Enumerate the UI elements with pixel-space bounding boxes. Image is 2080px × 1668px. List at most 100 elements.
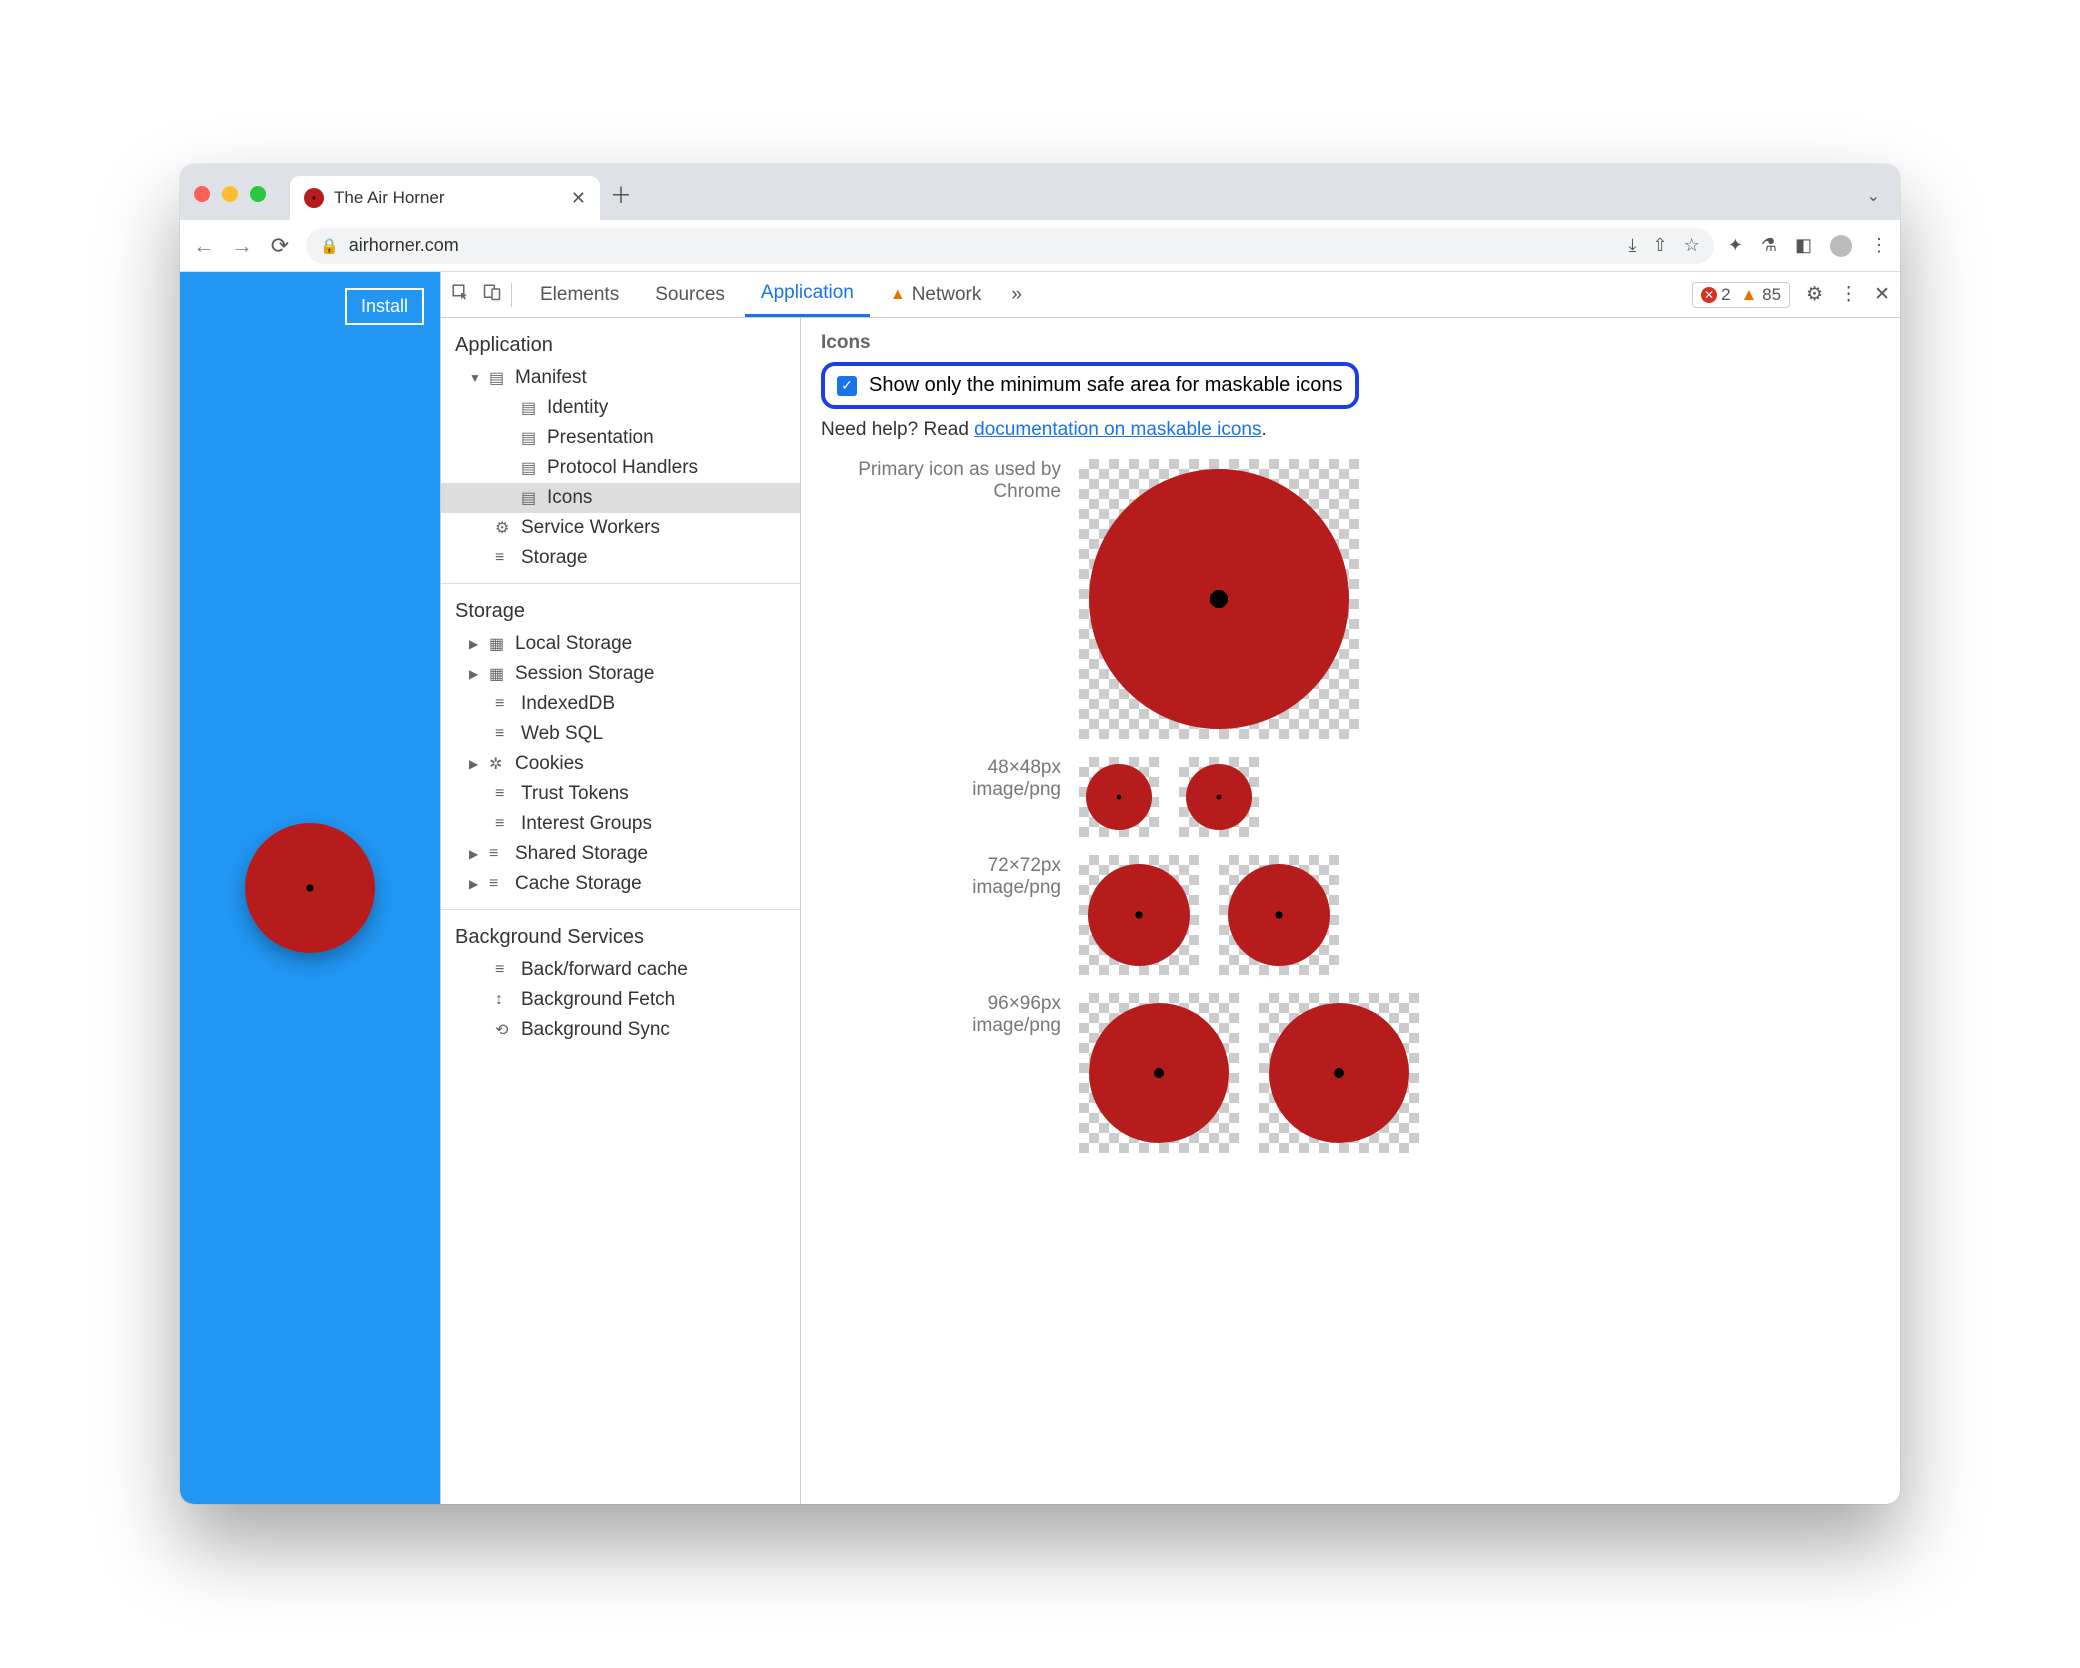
sidebar-item-bg-fetch[interactable]: ↕Background Fetch bbox=[441, 985, 800, 1015]
tab-sources[interactable]: Sources bbox=[639, 272, 741, 317]
maskable-checkbox-row[interactable]: ✓ Show only the minimum safe area for ma… bbox=[821, 362, 1359, 409]
url-text: airhorner.com bbox=[349, 235, 459, 256]
tab-network[interactable]: ▲Network bbox=[874, 272, 998, 317]
window-controls bbox=[194, 186, 266, 202]
tabs-dropdown-icon[interactable]: ⌄ bbox=[1867, 186, 1880, 206]
sidebar-item-protocol-handlers[interactable]: ▤Protocol Handlers bbox=[441, 453, 800, 483]
grid-icon: ▦ bbox=[489, 634, 507, 654]
sidebar-item-bg-sync[interactable]: ⟲Background Sync bbox=[441, 1015, 800, 1045]
sidebar-item-identity[interactable]: ▤Identity bbox=[441, 393, 800, 423]
file-icon: ▤ bbox=[521, 398, 539, 418]
database-icon: ≡ bbox=[495, 815, 513, 833]
sidebar-head-application: Application bbox=[441, 328, 800, 363]
sidebar-item-indexeddb[interactable]: ≡IndexedDB bbox=[441, 689, 800, 719]
sidebar-item-service-workers[interactable]: ⚙Service Workers bbox=[441, 513, 800, 543]
close-tab-icon[interactable]: ✕ bbox=[571, 188, 586, 209]
database-icon: ≡ bbox=[495, 725, 513, 743]
icon-row-label: 96×96px image/png bbox=[821, 993, 1061, 1037]
section-title: Icons bbox=[821, 332, 1880, 354]
airhorn-button[interactable] bbox=[245, 823, 375, 953]
database-icon: ≡ bbox=[489, 845, 507, 863]
sidebar-item-interest-groups[interactable]: ≡Interest Groups bbox=[441, 809, 800, 839]
sidebar-item-trust-tokens[interactable]: ≡Trust Tokens bbox=[441, 779, 800, 809]
install-app-icon[interactable]: ⤓ bbox=[1629, 235, 1637, 256]
file-icon: ▤ bbox=[489, 368, 507, 388]
tab-application[interactable]: Application bbox=[745, 272, 870, 317]
devtools-tabbar: Elements Sources Application ▲Network » … bbox=[441, 272, 1900, 318]
reload-button[interactable]: ⟳ bbox=[268, 233, 292, 259]
sidebar-item-presentation[interactable]: ▤Presentation bbox=[441, 423, 800, 453]
minimize-window-icon[interactable] bbox=[222, 186, 238, 202]
url-bar[interactable]: 🔒 airhorner.com ⤓ ⇧ ☆ bbox=[306, 228, 1714, 264]
close-devtools-icon[interactable]: ✕ bbox=[1874, 283, 1890, 306]
devtools-menu-icon[interactable]: ⋮ bbox=[1839, 283, 1858, 306]
help-text: Need help? Read documentation on maskabl… bbox=[821, 419, 1880, 441]
icon-row-label: 48×48px image/png bbox=[821, 757, 1061, 801]
icon-preview bbox=[1079, 855, 1199, 975]
database-icon: ≡ bbox=[489, 875, 507, 893]
forward-button[interactable]: → bbox=[230, 233, 254, 259]
sidebar-item-storage[interactable]: ≡Storage bbox=[441, 543, 800, 573]
help-link[interactable]: documentation on maskable icons bbox=[974, 419, 1261, 440]
database-icon: ≡ bbox=[495, 549, 513, 567]
sidebar-item-bf-cache[interactable]: ≡Back/forward cache bbox=[441, 955, 800, 985]
sidebar-item-icons[interactable]: ▤Icons bbox=[441, 483, 800, 513]
checkbox-label: Show only the minimum safe area for mask… bbox=[869, 374, 1343, 397]
sidebar-head-storage: Storage bbox=[441, 594, 800, 629]
cookie-icon: ✲ bbox=[489, 754, 507, 774]
application-main: Icons ✓ Show only the minimum safe area … bbox=[801, 318, 1900, 1504]
favicon-icon bbox=[304, 188, 324, 208]
browser-window: The Air Horner ✕ ＋ ⌄ ← → ⟳ 🔒 airhorner.c… bbox=[180, 164, 1900, 1504]
icon-preview bbox=[1179, 757, 1259, 837]
icon-preview-primary bbox=[1079, 459, 1359, 739]
application-sidebar: Application ▼▤Manifest ▤Identity ▤Presen… bbox=[441, 318, 801, 1504]
database-icon: ≡ bbox=[495, 785, 513, 803]
icon-preview bbox=[1219, 855, 1339, 975]
console-status[interactable]: ✕2 ▲ 85 bbox=[1692, 282, 1790, 308]
tab-elements[interactable]: Elements bbox=[524, 272, 635, 317]
sidebar-item-shared-storage[interactable]: ▶≡Shared Storage bbox=[441, 839, 800, 869]
bookmark-icon[interactable]: ☆ bbox=[1684, 235, 1700, 256]
sidebar-item-manifest[interactable]: ▼▤Manifest bbox=[441, 363, 800, 393]
inspect-icon[interactable] bbox=[451, 283, 469, 307]
sidebar-item-local-storage[interactable]: ▶▦Local Storage bbox=[441, 629, 800, 659]
browser-toolbar: ← → ⟳ 🔒 airhorner.com ⤓ ⇧ ☆ ✦ ⚗ ◧ ⋮ bbox=[180, 220, 1900, 272]
maximize-window-icon[interactable] bbox=[250, 186, 266, 202]
file-icon: ▤ bbox=[521, 428, 539, 448]
icon-row-label: 72×72px image/png bbox=[821, 855, 1061, 899]
settings-icon[interactable]: ⚙ bbox=[1806, 283, 1823, 306]
tab-title: The Air Horner bbox=[334, 188, 445, 208]
icon-preview bbox=[1079, 993, 1239, 1153]
sidepanel-icon[interactable]: ◧ bbox=[1795, 235, 1812, 256]
browser-tab[interactable]: The Air Horner ✕ bbox=[290, 176, 600, 220]
extensions-icon[interactable]: ✦ bbox=[1728, 235, 1743, 256]
new-tab-button[interactable]: ＋ bbox=[610, 178, 632, 210]
labs-icon[interactable]: ⚗ bbox=[1761, 235, 1777, 256]
device-toggle-icon[interactable] bbox=[483, 283, 501, 307]
page-content: Install bbox=[180, 272, 440, 1504]
close-window-icon[interactable] bbox=[194, 186, 210, 202]
install-button[interactable]: Install bbox=[345, 288, 424, 325]
grid-icon: ▦ bbox=[489, 664, 507, 684]
more-tabs-icon[interactable]: » bbox=[1001, 284, 1032, 306]
devtools-panel: Elements Sources Application ▲Network » … bbox=[440, 272, 1900, 1504]
icon-preview bbox=[1259, 993, 1419, 1153]
file-icon: ▤ bbox=[521, 488, 539, 508]
lock-icon: 🔒 bbox=[320, 237, 339, 255]
profile-avatar[interactable] bbox=[1830, 235, 1852, 257]
sidebar-item-websql[interactable]: ≡Web SQL bbox=[441, 719, 800, 749]
updown-icon: ↕ bbox=[495, 991, 513, 1009]
browser-menu-icon[interactable]: ⋮ bbox=[1870, 235, 1888, 256]
share-icon[interactable]: ⇧ bbox=[1653, 235, 1668, 256]
back-button[interactable]: ← bbox=[192, 233, 216, 259]
sync-icon: ⟲ bbox=[495, 1020, 513, 1040]
sidebar-head-bg-services: Background Services bbox=[441, 920, 800, 955]
database-icon: ≡ bbox=[495, 961, 513, 979]
sidebar-item-session-storage[interactable]: ▶▦Session Storage bbox=[441, 659, 800, 689]
sidebar-item-cookies[interactable]: ▶✲Cookies bbox=[441, 749, 800, 779]
sidebar-item-cache-storage[interactable]: ▶≡Cache Storage bbox=[441, 869, 800, 899]
primary-icon-label: Primary icon as used by Chrome bbox=[821, 459, 1061, 503]
checkbox-checked-icon[interactable]: ✓ bbox=[837, 376, 857, 396]
gear-icon: ⚙ bbox=[495, 518, 513, 538]
icon-preview bbox=[1079, 757, 1159, 837]
